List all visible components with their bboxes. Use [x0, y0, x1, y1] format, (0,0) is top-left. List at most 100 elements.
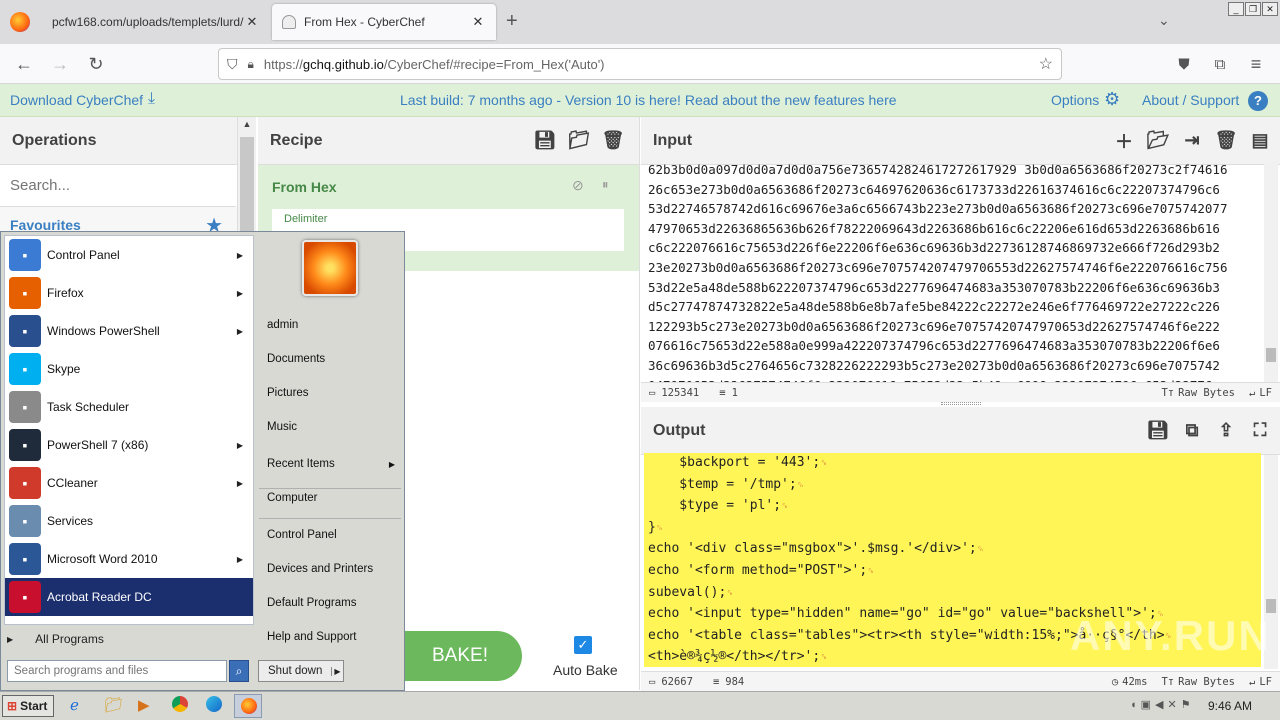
start-program-item[interactable]: ▪ Microsoft Word 2010 ▶	[5, 540, 253, 578]
input-line: 23e20273b0d0a6563686f20273c696e707574207…	[648, 259, 1228, 275]
tab-active[interactable]: From Hex - CyberChef ✕	[272, 4, 496, 40]
start-program-item[interactable]: ▪ Services	[5, 502, 253, 540]
shield-icon[interactable]: ⛉	[227, 56, 238, 73]
start-right-item[interactable]: Computer	[263, 481, 403, 515]
start-program-label: Task Scheduler	[47, 400, 130, 414]
start-program-item[interactable]: ▪ Acrobat Reader DC	[5, 578, 253, 616]
tab-close-icon[interactable]: ✕	[244, 14, 260, 30]
input-encoding[interactable]: Raw Bytes	[1178, 387, 1235, 399]
start-right-item[interactable]: Default Programs	[263, 586, 403, 620]
clear-recipe-trash-icon[interactable]: 🗑︎	[601, 129, 625, 153]
copy-output-icon[interactable]: ⧉	[1180, 419, 1204, 443]
banner-notice[interactable]: Last build: 7 months ago - Version 10 is…	[400, 92, 897, 108]
pane-resize-handle[interactable]	[941, 402, 981, 405]
output-line-text: <th>è®¾ç½®</th></tr>';	[648, 649, 821, 665]
forward-arrow-icon[interactable]: →	[48, 52, 72, 76]
tray-icons[interactable]: ◖▣◀✕⚑	[1130, 698, 1195, 711]
crlf-marker-icon: ␍	[820, 459, 828, 469]
start-program-item[interactable]: ▪ Skype	[5, 350, 253, 388]
auto-bake-checkbox[interactable]: ✓	[574, 636, 592, 654]
open-folder-icon[interactable]: 📂︎	[1146, 129, 1170, 153]
output-line: echo '<form method="POST">';␍	[648, 561, 1261, 583]
start-right-item[interactable]: Help and Support	[263, 620, 403, 654]
media-player-icon[interactable]: ▶	[138, 696, 150, 714]
start-right-item[interactable]: Pictures	[263, 376, 403, 410]
firefox-taskbar-button[interactable]	[234, 694, 262, 718]
start-program-item[interactable]: ▪ Task Scheduler	[5, 388, 253, 426]
clock-icon: ◷	[1111, 675, 1119, 688]
new-tab-icon[interactable]: +	[506, 10, 518, 33]
clock[interactable]: 9:46 AM	[1208, 699, 1252, 713]
replace-input-icon[interactable]: ⇪	[1214, 419, 1238, 443]
back-arrow-icon[interactable]: ←	[12, 52, 36, 76]
lock-icon[interactable]: 🔒︎	[248, 57, 254, 72]
load-recipe-folder-icon[interactable]: 📁︎	[567, 129, 591, 153]
disable-op-icon[interactable]: ⊘	[572, 177, 584, 194]
tab-close-icon[interactable]: ✕	[470, 14, 486, 30]
hamburger-menu-icon[interactable]: ≡	[1244, 52, 1268, 76]
start-program-item[interactable]: ▪ Firefox ▶	[5, 274, 253, 312]
help-icon[interactable]: ?	[1248, 91, 1268, 111]
windows-logo-icon: ⊞	[7, 699, 18, 713]
url-bar[interactable]: ⛉ 🔒︎ https://gchq.github.io/CyberChef/#r…	[218, 48, 1062, 80]
start-right-item[interactable]: Music	[263, 410, 403, 444]
input-scroll-thumb[interactable]	[1266, 348, 1276, 362]
start-button[interactable]: ⊞ Start	[2, 695, 54, 717]
close-window-icon[interactable]: ✕	[1262, 2, 1278, 16]
output-encoding[interactable]: Raw Bytes	[1178, 676, 1235, 688]
save-recipe-icon[interactable]: 💾︎	[533, 129, 557, 153]
start-right-item[interactable]: Recent Items ▶	[263, 447, 403, 481]
firefox-menu-icon[interactable]	[10, 12, 30, 32]
input-eol[interactable]: LF	[1259, 387, 1272, 399]
scroll-up-icon[interactable]: ▲	[238, 117, 256, 129]
clear-input-trash-icon[interactable]: 🗑︎	[1214, 129, 1238, 153]
options-gear-icon[interactable]: ⚙	[1104, 89, 1120, 110]
bookmark-star-icon[interactable]: ☆	[1039, 54, 1053, 74]
download-icon[interactable]: ⤓	[148, 90, 155, 108]
restore-icon[interactable]: ❐	[1245, 2, 1261, 16]
start-right-label: Control Panel	[267, 529, 337, 541]
tab-list-icon[interactable]: ⌄	[1158, 12, 1170, 29]
explorer-icon[interactable]: 📁︎	[104, 696, 123, 714]
start-program-item[interactable]: ▪ PowerShell 7 (x86) ▶	[5, 426, 253, 464]
start-program-item[interactable]: ▪ Windows PowerShell ▶	[5, 312, 253, 350]
layout-icon[interactable]: ▤	[1248, 129, 1272, 153]
shutdown-button[interactable]: Shut down ▶	[258, 660, 344, 682]
open-file-icon[interactable]: ⇥	[1180, 129, 1204, 153]
start-right-item[interactable]: Control Panel	[263, 518, 403, 552]
start-right-label: Help and Support	[267, 631, 357, 643]
shutdown-arrow-icon[interactable]: ▶	[331, 666, 343, 676]
edge-icon[interactable]	[206, 696, 222, 712]
input-scrollbar[interactable]	[1264, 162, 1278, 386]
start-right-item[interactable]: admin	[263, 308, 403, 342]
start-program-item[interactable]: ▪ CCleaner ▶	[5, 464, 253, 502]
lines-icon: ≡	[719, 386, 726, 399]
all-programs-item[interactable]: ▶ All Programs	[7, 628, 251, 650]
pocket-icon[interactable]: ⛊	[1172, 52, 1196, 76]
chrome-icon[interactable]	[172, 696, 188, 712]
start-search-icon[interactable]: ⌕	[229, 660, 249, 682]
ie-icon[interactable]: ℯ	[70, 696, 79, 714]
start-program-item[interactable]: ▪ Control Panel ▶	[5, 236, 253, 274]
delimiter-label: Delimiter	[284, 213, 328, 225]
user-avatar[interactable]	[302, 240, 358, 296]
add-tab-plus-icon[interactable]: ＋	[1112, 129, 1136, 153]
start-right-item[interactable]: Documents	[263, 342, 403, 376]
output-eol[interactable]: LF	[1259, 676, 1272, 688]
save-output-icon[interactable]: 💾︎	[1146, 419, 1170, 443]
pause-op-icon[interactable]: ⏸︎	[602, 177, 609, 193]
minimize-icon[interactable]: _	[1228, 2, 1244, 16]
start-right-item[interactable]: Devices and Printers	[263, 552, 403, 586]
download-link[interactable]: Download CyberChef	[10, 92, 143, 108]
start-program-label: Firefox	[47, 286, 84, 300]
tab-inactive[interactable]: pcfw168.com/uploads/templets/lurd/1 ✕	[42, 4, 270, 40]
reload-icon[interactable]: ↻	[84, 52, 108, 76]
start-search-input[interactable]	[7, 660, 227, 682]
input-textarea[interactable]: 62b3b0d0a097d0d0a7d0d0a756e7365742824617…	[648, 160, 1260, 384]
about-link[interactable]: About / Support	[1142, 92, 1239, 108]
maximise-icon[interactable]: ⛶	[1248, 419, 1272, 443]
options-link[interactable]: Options	[1051, 92, 1099, 108]
output-scroll-thumb[interactable]	[1266, 599, 1276, 613]
extensions-icon[interactable]: ⧉	[1208, 52, 1232, 76]
operations-search-input[interactable]	[0, 165, 236, 207]
